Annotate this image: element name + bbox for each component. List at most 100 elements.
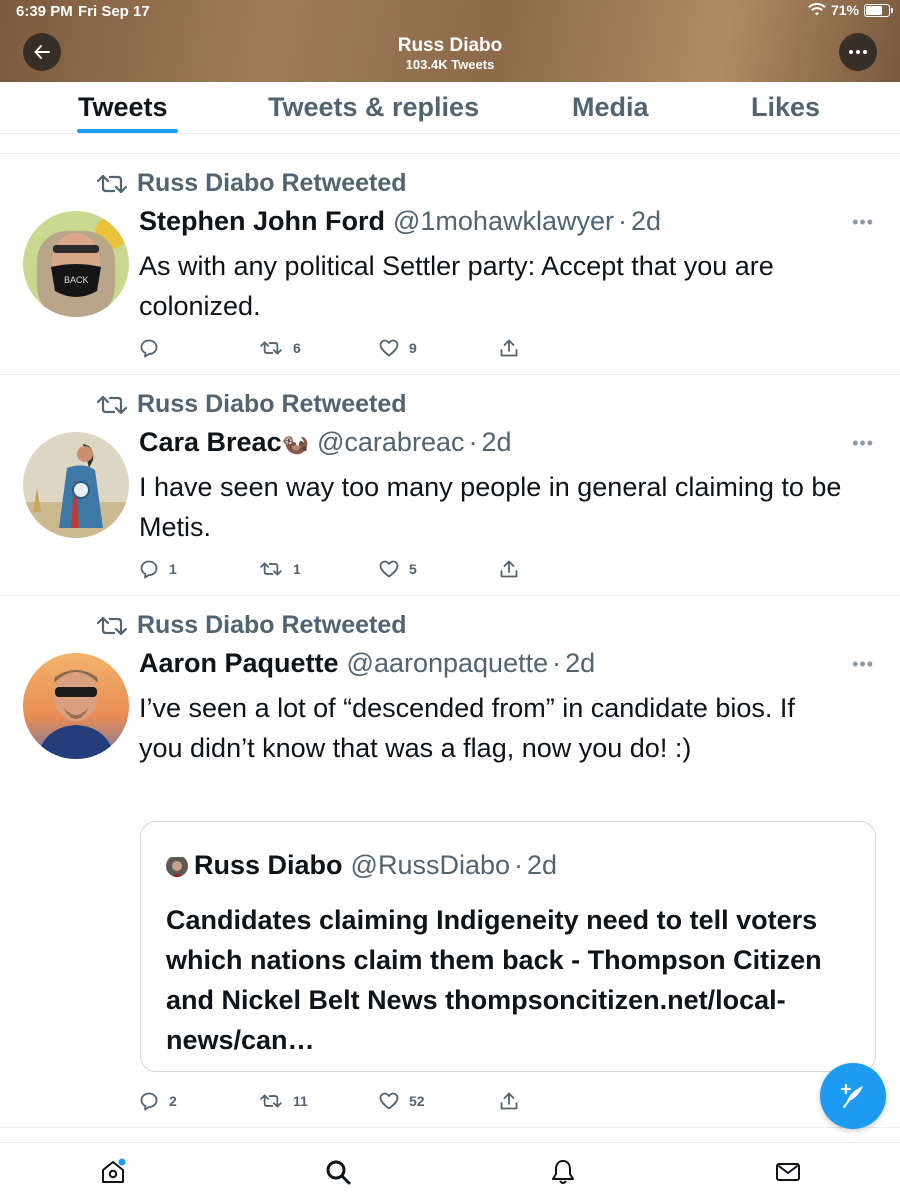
- author-handle[interactable]: @carabreac: [317, 427, 464, 458]
- avatar-image-russ: [166, 856, 188, 877]
- battery-icon: [864, 3, 893, 17]
- tweet-options-icon[interactable]: •••: [852, 212, 874, 233]
- status-indicators: 71%: [808, 2, 893, 18]
- tweet-meta: Cara Breac 🦦 @carabreac · 2d: [139, 427, 512, 458]
- tab-tweets[interactable]: Tweets: [78, 92, 168, 123]
- share-button[interactable]: [499, 338, 619, 358]
- share-button[interactable]: [499, 559, 619, 579]
- avatar[interactable]: [23, 653, 129, 759]
- avatar-image-cara: [23, 432, 129, 538]
- like-icon: [379, 339, 399, 357]
- retweet-button[interactable]: 11: [259, 1093, 379, 1109]
- retweet-context: Russ Diabo Retweeted: [95, 611, 407, 640]
- avatar[interactable]: BACK: [23, 211, 129, 317]
- compose-tweet-button[interactable]: [820, 1063, 886, 1129]
- tab-media[interactable]: Media: [572, 92, 649, 123]
- search-icon: [326, 1160, 351, 1185]
- reply-button[interactable]: [139, 338, 259, 358]
- retweet-icon: [260, 1094, 282, 1108]
- tweet-text: I’ve seen a lot of “descended from” in c…: [139, 693, 795, 763]
- author-name[interactable]: Cara Breac: [139, 427, 282, 458]
- tweet-time[interactable]: 2d: [565, 648, 595, 679]
- home-icon: [102, 1158, 126, 1183]
- retweet-count: 6: [293, 340, 301, 356]
- status-date: Fri Sep 17: [78, 3, 150, 20]
- author-name[interactable]: Aaron Paquette: [139, 648, 339, 679]
- tweet-text: As with any political Settler party: Acc…: [139, 251, 774, 321]
- more-icon: [849, 50, 867, 54]
- status-time: 6:39 PM: [16, 3, 73, 20]
- quoted-author-handle: @RussDiabo: [350, 850, 510, 880]
- tweet-meta: Aaron Paquette @aaronpaquette · 2d: [139, 648, 595, 679]
- nav-messages[interactable]: [773, 1157, 803, 1187]
- messages-icon: [776, 1163, 800, 1181]
- retweet-count: 1: [293, 561, 301, 577]
- nav-home[interactable]: [98, 1157, 128, 1187]
- retweet-label: Russ Diabo Retweeted: [137, 390, 407, 418]
- notifications-icon: [552, 1160, 574, 1184]
- share-icon: [500, 1092, 518, 1110]
- like-count: 52: [409, 1093, 425, 1109]
- retweet-button[interactable]: 6: [259, 340, 379, 356]
- tweet-count: 103.4K Tweets: [405, 57, 495, 72]
- compose-icon: [840, 1083, 863, 1108]
- quoted-tweet[interactable]: Russ Diabo @RussDiabo · 2d Candidates cl…: [140, 821, 876, 1072]
- tweet-meta: Stephen John Ford @1mohawklawyer · 2d: [139, 206, 661, 237]
- tweet[interactable]: Russ Diabo Retweeted BACK Stephen John F…: [0, 154, 900, 374]
- like-icon: [379, 1092, 399, 1110]
- retweet-icon: [260, 562, 282, 576]
- tweet-text: I have seen way too many people in gener…: [139, 472, 842, 542]
- tweet-options-icon[interactable]: •••: [852, 654, 874, 675]
- like-count: 5: [409, 561, 417, 577]
- separator-dot: ·: [617, 206, 627, 236]
- like-icon: [379, 560, 399, 578]
- nav-search[interactable]: [323, 1157, 353, 1187]
- profile-name: Russ Diabo: [397, 35, 503, 56]
- wifi-icon: [808, 3, 826, 16]
- battery-percent: 71%: [830, 2, 859, 18]
- profile-tabs: Tweets Tweets & replies Media Likes: [0, 82, 900, 134]
- quoted-tweet-time: 2d: [527, 850, 558, 880]
- retweet-icon: [96, 174, 128, 193]
- separator-dot: ·: [468, 427, 478, 457]
- quoted-author-name: Russ Diabo: [194, 850, 343, 880]
- like-button[interactable]: 52: [379, 1092, 499, 1110]
- svg-text:BACK: BACK: [64, 275, 89, 285]
- tweet-actions: 1 1 5: [139, 559, 619, 579]
- divider: [0, 1127, 900, 1128]
- battery-fill: [866, 5, 882, 15]
- reply-icon: [140, 1092, 158, 1111]
- quoted-tweet-meta: Russ Diabo @RussDiabo · 2d: [166, 850, 557, 881]
- share-icon: [500, 560, 518, 578]
- share-button[interactable]: [499, 1091, 619, 1111]
- reply-button[interactable]: 1: [139, 559, 259, 579]
- like-button[interactable]: 9: [379, 339, 499, 357]
- like-button[interactable]: 5: [379, 560, 499, 578]
- tweet[interactable]: Russ Diabo Retweeted Cara Breac 🦦 @carab…: [0, 375, 900, 595]
- avatar-image-stephen: BACK: [23, 211, 129, 317]
- retweet-context: Russ Diabo Retweeted: [95, 169, 407, 198]
- reply-button[interactable]: 2: [139, 1091, 259, 1111]
- nav-notifications[interactable]: [548, 1157, 578, 1187]
- more-button[interactable]: [839, 33, 877, 71]
- tweet-options-icon[interactable]: •••: [852, 433, 874, 454]
- avatar[interactable]: [23, 432, 129, 538]
- tweet[interactable]: Russ Diabo Retweeted Aaron Paquette @aar…: [0, 596, 900, 1126]
- retweet-button[interactable]: 1: [259, 561, 379, 577]
- profile-header-banner: 6:39 PM Fri Sep 17 71% Russ Diabo 103.4K…: [0, 0, 900, 82]
- like-count: 9: [409, 340, 417, 356]
- tab-likes[interactable]: Likes: [751, 92, 820, 123]
- author-handle[interactable]: @1mohawklawyer: [393, 206, 614, 237]
- retweet-count: 11: [293, 1093, 308, 1109]
- retweet-context: Russ Diabo Retweeted: [95, 390, 407, 419]
- reply-count: 2: [169, 1093, 177, 1109]
- active-tab-indicator: [77, 129, 178, 133]
- quoted-author-avatar: [166, 855, 188, 877]
- tweet-time[interactable]: 2d: [481, 427, 511, 458]
- reply-count: 1: [169, 561, 177, 577]
- tweet-time[interactable]: 2d: [631, 206, 661, 237]
- tab-tweets-and-replies[interactable]: Tweets & replies: [268, 92, 479, 123]
- author-name[interactable]: Stephen John Ford: [139, 206, 385, 237]
- author-handle[interactable]: @aaronpaquette: [347, 648, 549, 679]
- reply-icon: [140, 560, 158, 579]
